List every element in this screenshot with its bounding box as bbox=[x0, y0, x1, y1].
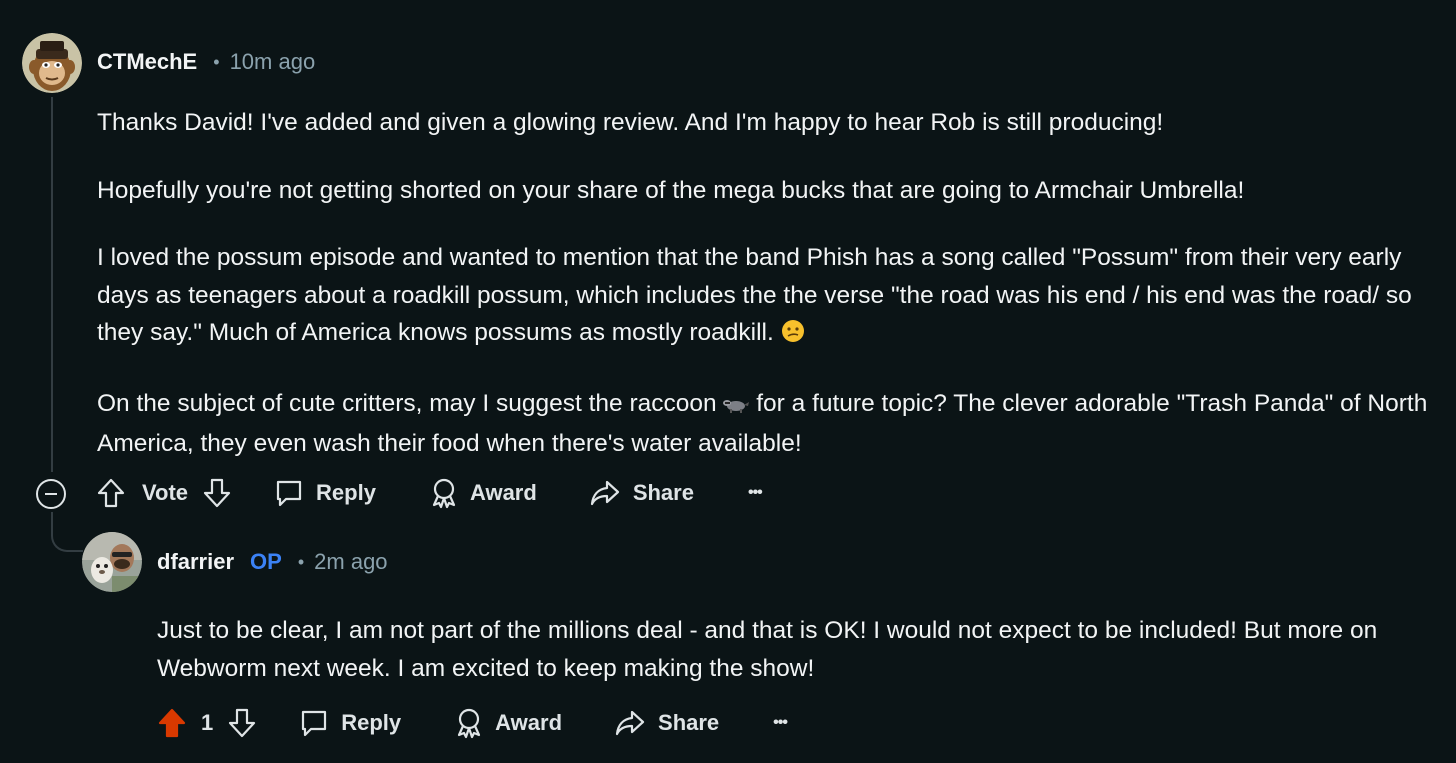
upvote-arrow-filled-icon bbox=[158, 708, 186, 738]
downvote-button[interactable] bbox=[227, 707, 257, 739]
timestamp[interactable]: 10m ago bbox=[230, 49, 316, 75]
award-button[interactable]: Award bbox=[453, 707, 562, 739]
comment-action-bar: 1 Reply Award Share ••• bbox=[157, 707, 788, 739]
more-options-button[interactable]: ••• bbox=[773, 714, 788, 732]
reply-label: Reply bbox=[341, 710, 402, 735]
vote-count: 1 bbox=[201, 710, 214, 735]
user-photo-avatar-icon bbox=[82, 532, 142, 592]
more-options-icon: ••• bbox=[773, 714, 788, 731]
collapse-thread-button[interactable] bbox=[36, 479, 66, 509]
upvote-arrow-icon bbox=[97, 478, 125, 508]
downvote-arrow-icon bbox=[229, 708, 256, 738]
downvote-button[interactable] bbox=[202, 477, 232, 509]
more-options-icon: ••• bbox=[747, 484, 763, 501]
share-button[interactable]: Share bbox=[614, 708, 719, 738]
comment-body: Just to be clear, I am not part of the m… bbox=[157, 612, 1437, 717]
downvote-arrow-icon bbox=[203, 478, 231, 508]
comment-paragraph-text: I loved the possum episode and wanted to… bbox=[97, 244, 1412, 346]
username[interactable]: dfarrier bbox=[157, 549, 234, 575]
username[interactable]: CTMechE bbox=[97, 49, 197, 75]
avatar-ctmeche[interactable] bbox=[22, 33, 82, 93]
reply-button[interactable]: Reply bbox=[299, 708, 401, 738]
share-button[interactable]: Share bbox=[589, 478, 694, 508]
comment-body: Thanks David! I've added and given a glo… bbox=[97, 104, 1442, 493]
comment-paragraph: I loved the possum episode and wanted to… bbox=[97, 239, 1442, 355]
share-arrow-icon bbox=[615, 710, 645, 736]
separator-dot: • bbox=[213, 51, 220, 72]
thread-connector bbox=[51, 512, 83, 552]
upvote-button[interactable] bbox=[96, 477, 126, 509]
award-ribbon-icon bbox=[458, 708, 481, 739]
minus-icon bbox=[45, 493, 57, 495]
award-ribbon-icon bbox=[432, 478, 456, 509]
thread-line bbox=[51, 97, 53, 472]
comment-header: dfarrier OP • 2m ago bbox=[157, 549, 388, 575]
award-button[interactable]: Award bbox=[428, 477, 537, 509]
vote-label: Vote bbox=[142, 480, 189, 505]
award-label: Award bbox=[469, 480, 537, 505]
share-label: Share bbox=[632, 480, 694, 505]
share-label: Share bbox=[658, 710, 720, 735]
comment-paragraph: On the subject of cute critters, may I s… bbox=[97, 385, 1442, 463]
comment-paragraph-text: On the subject of cute critters, may I s… bbox=[97, 389, 717, 417]
op-badge: OP bbox=[250, 549, 282, 574]
avatar-dfarrier[interactable] bbox=[82, 532, 142, 592]
comment-paragraph: Thanks David! I've added and given a glo… bbox=[97, 109, 1164, 136]
more-options-button[interactable]: ••• bbox=[747, 484, 763, 502]
share-arrow-icon bbox=[590, 480, 619, 506]
comment-paragraph: Just to be clear, I am not part of the m… bbox=[157, 617, 1378, 682]
comment-bubble-icon bbox=[302, 710, 327, 737]
timestamp[interactable]: 2m ago bbox=[314, 549, 387, 575]
comment-bubble-icon bbox=[276, 480, 302, 507]
comment-header: CTMechE • 10m ago bbox=[97, 49, 315, 75]
monkey-avatar-icon bbox=[22, 33, 82, 93]
reply-button[interactable]: Reply bbox=[274, 478, 376, 508]
award-label: Award bbox=[495, 710, 563, 735]
reply-label: Reply bbox=[316, 480, 376, 505]
separator-dot: • bbox=[297, 551, 305, 572]
confused-face-emoji-icon bbox=[781, 317, 805, 355]
comment-action-bar: Vote Reply Award Share ••• bbox=[96, 477, 763, 509]
comment-paragraph: Hopefully you're not getting shorted on … bbox=[97, 176, 1245, 204]
raccoon-emoji-icon bbox=[723, 388, 750, 426]
upvote-button[interactable] bbox=[157, 707, 187, 739]
